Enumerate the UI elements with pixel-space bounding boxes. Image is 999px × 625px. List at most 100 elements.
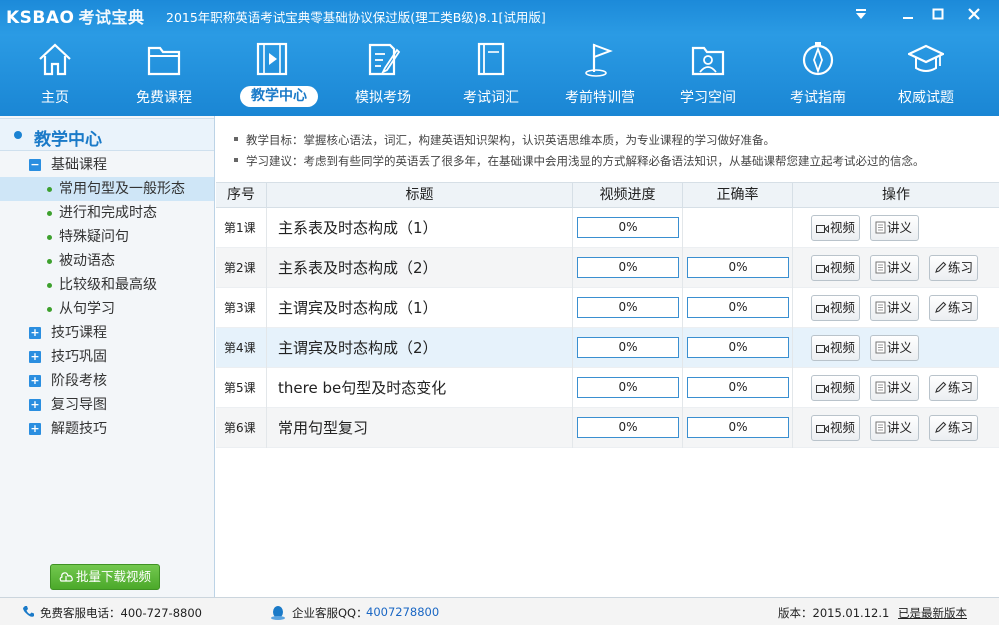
nav-exam-guide[interactable]: 考试指南	[768, 38, 868, 116]
practice-button[interactable]: 练习	[929, 375, 978, 401]
notes-button-label: 讲义	[887, 260, 913, 275]
tree-group[interactable]: + 解题技巧	[0, 417, 214, 441]
tree-group-basic[interactable]: − 基础课程	[0, 153, 214, 177]
minimize-button[interactable]	[896, 4, 920, 26]
video-button[interactable]: 视频	[811, 255, 860, 281]
tree-item[interactable]: 被动语态	[0, 249, 214, 273]
tree-item[interactable]: 从句学习	[0, 297, 214, 321]
pencil-icon	[935, 301, 947, 313]
practice-button[interactable]: 练习	[929, 255, 978, 281]
lesson-title[interactable]: there be句型及时态变化	[267, 368, 573, 408]
top-bar: KSBAO 考试宝典 2015年职称英语考试宝典零基础协议保过版(理工类B级)8.…	[0, 0, 999, 116]
version-label: 版本：2015.01.12.1	[778, 606, 890, 620]
notes-button[interactable]: 讲义	[870, 335, 919, 361]
rate-cell: 0%	[683, 368, 793, 408]
nav-free-courses[interactable]: 免费课程	[114, 38, 214, 116]
tree-item[interactable]: 特殊疑问句	[0, 225, 214, 249]
close-button[interactable]	[962, 4, 986, 26]
tree-group[interactable]: + 阶段考核	[0, 369, 214, 393]
expand-icon[interactable]: +	[29, 375, 41, 387]
nav-teaching-center[interactable]: 教学中心	[222, 38, 322, 116]
table-row[interactable]: 第4课 主谓宾及时态构成（2） 0% 0% 视频 讲义	[216, 328, 999, 368]
nav-home[interactable]: 主页	[5, 38, 105, 116]
minimize-icon	[903, 17, 913, 19]
video-button[interactable]: 视频	[811, 415, 860, 441]
bullet-icon	[47, 235, 52, 240]
tree-group[interactable]: + 复习导图	[0, 393, 214, 417]
practice-button-label: 练习	[948, 380, 974, 395]
lesson-title[interactable]: 主系表及时态构成（1）	[267, 208, 573, 248]
notes-button[interactable]: 讲义	[870, 415, 919, 441]
table-row[interactable]: 第3课 主谓宾及时态构成（1） 0% 0% 视频 讲义 练习	[216, 288, 999, 328]
practice-button-label: 练习	[948, 300, 974, 315]
video-button[interactable]: 视频	[811, 335, 860, 361]
nav-training-camp[interactable]: 考前特训营	[550, 38, 650, 116]
video-button[interactable]: 视频	[811, 215, 860, 241]
tree-item[interactable]: 进行和完成时态	[0, 201, 214, 225]
progress-cell: 0%	[573, 408, 683, 448]
col-header-ops: 操作	[882, 187, 910, 203]
batch-download-button[interactable]: 批量下载视频	[50, 564, 160, 590]
rate-cell: 0%	[683, 288, 793, 328]
tree-item-label: 比较级和最高级	[59, 277, 157, 293]
lesson-title[interactable]: 主谓宾及时态构成（1）	[267, 288, 573, 328]
nav-study-space[interactable]: 学习空间	[658, 38, 758, 116]
table-body: 第1课 主系表及时态构成（1） 0% 视频 讲义 第2课 主系表及时态构成（2） 0% 0% 视频…	[216, 208, 999, 448]
tree-group[interactable]: + 技巧巩固	[0, 345, 214, 369]
table-header: 序号 标题 视频进度 正确率 操作	[216, 182, 999, 208]
table-row[interactable]: 第6课 常用句型复习 0% 0% 视频 讲义 练习	[216, 408, 999, 448]
maximize-button[interactable]	[926, 4, 950, 26]
support-phone: 免费客服电话：400-727-8800	[40, 606, 202, 620]
qq-number[interactable]: 4007278800	[366, 605, 439, 619]
tree-item[interactable]: 比较级和最高级	[0, 273, 214, 297]
tips-area: 教学目标：掌握核心语法，词汇，构建英语知识架构，认识英语思维本质，为专业课程的学…	[216, 116, 999, 182]
video-progress-box: 0%	[577, 377, 679, 398]
window-title: 2015年职称英语考试宝典零基础协议保过版(理工类B级)8.1[试用版]	[166, 10, 546, 25]
notes-button[interactable]: 讲义	[870, 295, 919, 321]
col-header-rate: 正确率	[683, 183, 793, 208]
tree-group-label: 阶段考核	[51, 373, 107, 389]
progress-cell: 0%	[573, 328, 683, 368]
video-button[interactable]: 视频	[811, 375, 860, 401]
nav-authority-questions[interactable]: 权威试题	[876, 38, 976, 116]
dropdown-menu-button[interactable]	[849, 4, 873, 26]
tree-group[interactable]: + 技巧课程	[0, 321, 214, 345]
nav-mock-exam[interactable]: 模拟考场	[333, 38, 433, 116]
lesson-number: 第1课	[216, 208, 267, 248]
table-row[interactable]: 第5课 there be句型及时态变化 0% 0% 视频 讲义 练习	[216, 368, 999, 408]
practice-button-label: 练习	[948, 260, 974, 275]
col-header-title: 标题	[267, 183, 573, 208]
rate-cell	[683, 208, 793, 248]
expand-icon[interactable]: +	[29, 327, 41, 339]
lesson-title[interactable]: 主系表及时态构成（2）	[267, 248, 573, 288]
title-bar: KSBAO 考试宝典 2015年职称英语考试宝典零基础协议保过版(理工类B级)8.…	[0, 0, 999, 30]
tree-group-label: 解题技巧	[51, 421, 107, 437]
nav-label: 考试指南	[790, 90, 846, 106]
ops-cell: 视频 讲义	[793, 208, 999, 248]
table-row[interactable]: 第2课 主系表及时态构成（2） 0% 0% 视频 讲义 练习	[216, 248, 999, 288]
collapse-icon[interactable]: −	[29, 159, 41, 171]
lesson-title[interactable]: 常用句型复习	[267, 408, 573, 448]
expand-icon[interactable]: +	[29, 351, 41, 363]
expand-icon[interactable]: +	[29, 399, 41, 411]
notes-button[interactable]: 讲义	[870, 255, 919, 281]
nav-label: 教学中心	[240, 86, 318, 107]
logo-cn-text: 考试宝典	[78, 8, 145, 27]
nav-label: 免费课程	[136, 90, 192, 106]
tree-item[interactable]: 常用句型及一般形态	[0, 177, 214, 201]
notes-button[interactable]: 讲义	[870, 375, 919, 401]
practice-button[interactable]: 练习	[929, 295, 978, 321]
qq-icon	[270, 605, 286, 623]
lesson-title[interactable]: 主谓宾及时态构成（2）	[267, 328, 573, 368]
nav-vocabulary[interactable]: 考试词汇	[441, 38, 541, 116]
notes-button[interactable]: 讲义	[870, 215, 919, 241]
update-status-link[interactable]: 已是最新版本	[898, 605, 967, 621]
table-row[interactable]: 第1课 主系表及时态构成（1） 0% 视频 讲义	[216, 208, 999, 248]
status-bar: 免费客服电话：400-727-8800 企业客服QQ： 4007278800 版…	[0, 597, 999, 625]
bullet-icon	[47, 307, 52, 312]
nav-label: 考试词汇	[463, 90, 519, 106]
video-button-label: 视频	[830, 380, 856, 395]
practice-button[interactable]: 练习	[929, 415, 978, 441]
expand-icon[interactable]: +	[29, 423, 41, 435]
video-button[interactable]: 视频	[811, 295, 860, 321]
